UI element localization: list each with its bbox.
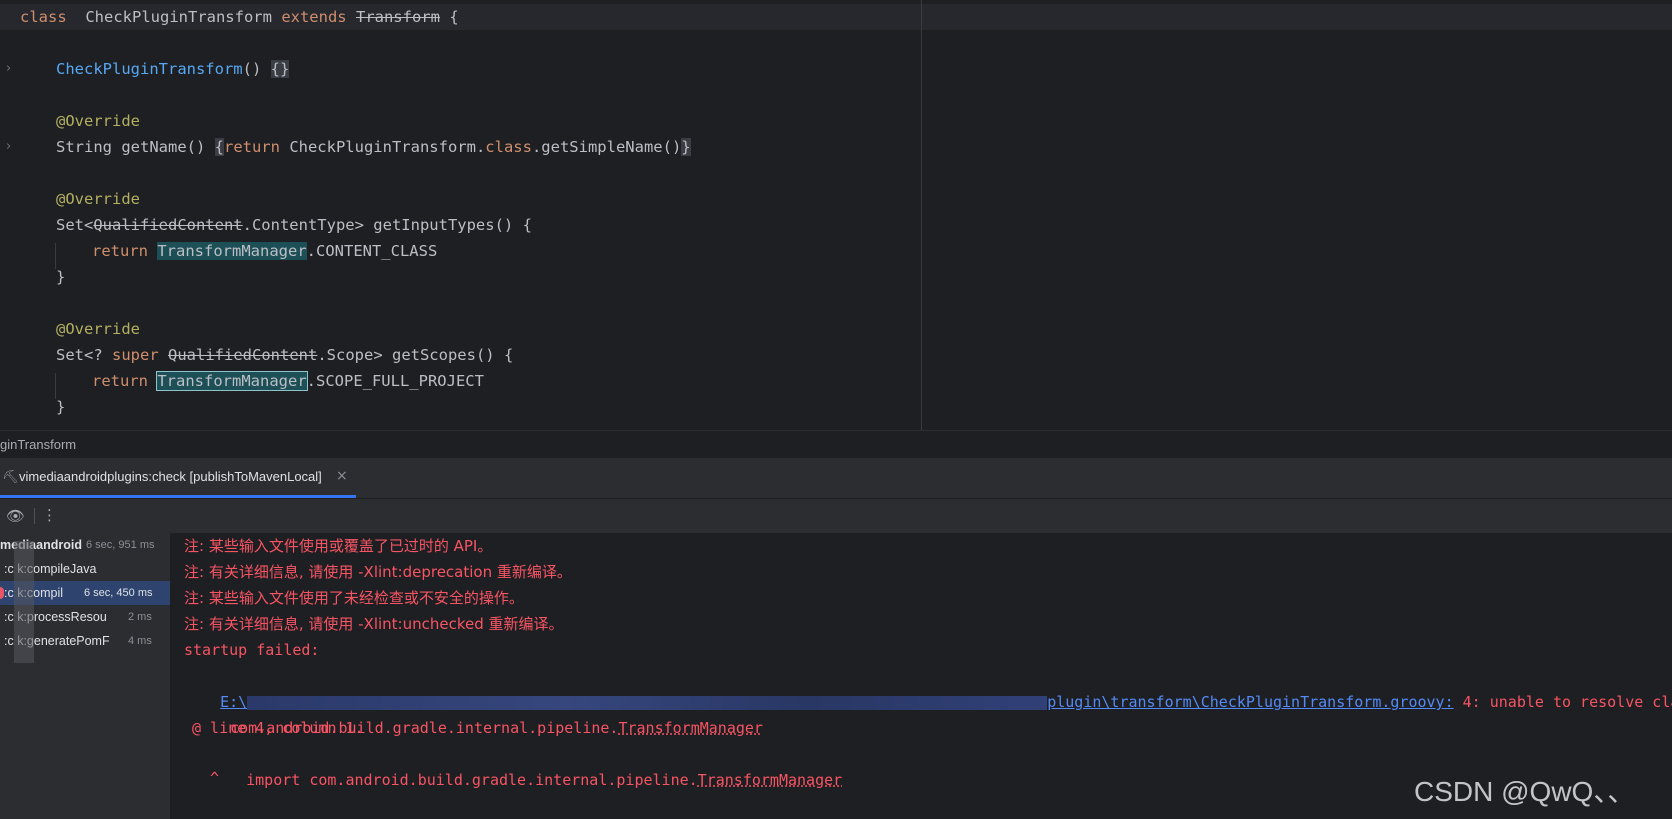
close-icon[interactable]: × <box>336 468 348 484</box>
code-token: .ContentType> getInputTypes() { <box>242 216 532 234</box>
code-token: QualifiedContent <box>168 346 318 364</box>
error-class-line: com.android.build.gradle.internal.pipeli… <box>194 689 763 737</box>
more-options-icon[interactable]: ⋮ <box>42 506 57 524</box>
code-line: } <box>56 394 65 420</box>
code-token: Set<? <box>56 346 112 364</box>
run-tab-label: vimediaandroidplugins:check [publishToMa… <box>19 469 322 484</box>
code-line: CheckPluginTransform() {} <box>56 56 290 82</box>
code-token: {} <box>270 60 290 78</box>
code-token: @Override <box>56 112 140 130</box>
code-token: class <box>485 138 532 156</box>
code-token: } <box>56 268 66 286</box>
code-token: CheckPluginTransform <box>56 60 243 78</box>
caret-marker: ^ <box>210 769 220 787</box>
class-name: TransformManager <box>618 719 763 737</box>
redacted-mask <box>14 541 34 663</box>
code-token: @Override <box>56 320 140 338</box>
code-editor[interactable]: › › class CheckPluginTransform extends T… <box>0 0 1672 430</box>
code-token: return <box>92 242 148 260</box>
code-token: TransformManager <box>157 242 307 260</box>
line-info: @ line 4, column 1. <box>192 719 364 737</box>
code-token: .Scope> getScopes() { <box>317 346 514 364</box>
code-token: class <box>20 8 67 26</box>
build-icon: ⛏ <box>2 470 19 485</box>
error-path-line: E:\ plugin\transform\CheckPluginTransform… <box>184 663 1672 711</box>
breadcrumb[interactable]: ginTransform <box>0 430 1672 458</box>
code-line: Set<? super QualifiedContent.Scope> getS… <box>56 342 513 368</box>
code-token: extends <box>281 8 347 26</box>
code-token: TransformManager <box>156 371 308 391</box>
toolbar-separator <box>34 508 35 524</box>
code-line: Set<QualifiedContent.ContentType> getInp… <box>56 212 532 238</box>
eye-icon[interactable]: 👁 <box>6 507 25 525</box>
import-prefix: import com.android.build.gradle.internal… <box>246 771 698 789</box>
watermark: CSDN @QwQ、、 <box>1414 776 1636 807</box>
run-tab[interactable]: ⛏ vimediaandroidplugins:check [publishTo… <box>0 458 356 498</box>
code-token: super <box>112 346 159 364</box>
code-line: @Override <box>56 316 140 342</box>
code-token: .getSimpleName() <box>531 138 682 156</box>
right-margin-guide <box>921 0 922 430</box>
error-message: 4: unable to resolve class <box>1462 693 1672 711</box>
console-line: 注: 有关详细信息, 请使用 -Xlint:unchecked 重新编译。 <box>184 615 564 633</box>
code-token: .CONTENT_CLASS <box>306 242 438 260</box>
code-line: @Override <box>56 186 140 212</box>
code-token: QualifiedContent <box>93 216 243 234</box>
code-token: String getName() <box>56 138 215 156</box>
code-token: } <box>56 398 66 416</box>
tree-item-duration: 2 ms <box>128 611 152 623</box>
code-line: @Override <box>56 108 140 134</box>
tree-item-duration: 6 sec, 450 ms <box>84 587 153 599</box>
code-token: Transform <box>355 8 440 26</box>
code-line: String getName() {return CheckPluginTran… <box>56 134 691 160</box>
code-line: class CheckPluginTransform extends Trans… <box>20 4 459 30</box>
code-token: Set< <box>56 216 94 234</box>
console-line: startup failed: <box>184 641 320 659</box>
console-line: 注: 某些输入文件使用了未经检查或不安全的操作。 <box>184 589 524 607</box>
console-line: 注: 有关详细信息, 请使用 -Xlint:deprecation 重新编译。 <box>184 563 572 581</box>
build-toolbar: 👁 ⋮ <box>0 498 1672 533</box>
run-tab-bar: ⛏ vimediaandroidplugins:check [publishTo… <box>0 458 1672 498</box>
tree-item-label: mediaandroid <box>0 538 82 552</box>
code-token: @Override <box>56 190 140 208</box>
code-token: CheckPluginTransform. <box>279 138 486 156</box>
file-link[interactable]: plugin\transform\CheckPluginTransform.gr… <box>1047 693 1453 711</box>
fold-chevron-icon[interactable]: › <box>6 134 16 160</box>
tree-item-duration: 4 ms <box>128 635 152 647</box>
fold-chevron-icon[interactable]: › <box>6 56 16 82</box>
code-token: () <box>242 60 271 78</box>
code-token: CheckPluginTransform <box>66 8 282 26</box>
code-token: .SCOPE_FULL_PROJECT <box>306 372 484 390</box>
code-token: } <box>681 138 691 156</box>
code-line: } <box>56 264 65 290</box>
code-token: return <box>223 138 280 156</box>
code-token: return <box>92 372 148 390</box>
code-token: { <box>439 8 459 26</box>
code-token: { <box>214 138 224 156</box>
tree-item-duration: 6 sec, 951 ms <box>86 539 155 551</box>
code-line: return TransformManager.CONTENT_CLASS <box>92 238 437 264</box>
console-line: 注: 某些输入文件使用或覆盖了已过时的 API。 <box>184 537 493 555</box>
import-line: import com.android.build.gradle.internal… <box>210 741 842 789</box>
breadcrumb-label: ginTransform <box>0 437 77 452</box>
import-class: TransformManager <box>697 771 843 789</box>
code-line: return TransformManager.SCOPE_FULL_PROJE… <box>92 368 484 394</box>
